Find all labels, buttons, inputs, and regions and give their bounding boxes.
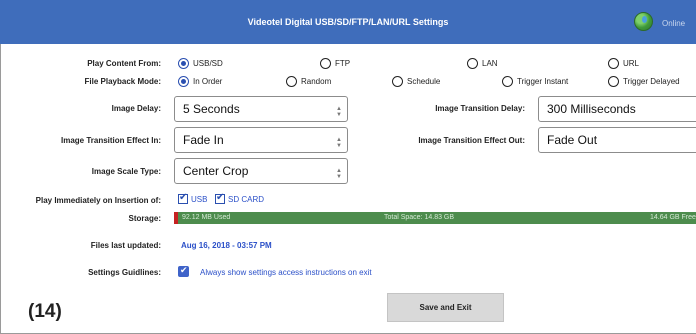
scale-type-value: Center Crop — [183, 164, 249, 178]
figure-label: (14) — [28, 301, 62, 322]
radio-ftp-label: FTP — [335, 59, 351, 68]
radio-trigger-delayed[interactable]: Trigger Delayed — [608, 76, 680, 87]
radio-unselected-icon — [286, 76, 297, 87]
radio-unselected-icon — [467, 58, 478, 69]
radio-unselected-icon — [608, 76, 619, 87]
radio-in-order[interactable]: In Order — [178, 76, 222, 87]
files-updated-value: Aug 16, 2018 - 03:57 PM — [181, 241, 272, 250]
dropdown-caret-icon: ▲ ▼ — [336, 168, 342, 180]
radio-trigger-instant[interactable]: Trigger Instant — [502, 76, 568, 87]
insertion-label: Play Immediately on Insertion of: — [35, 196, 161, 205]
storage-used-text: 92.12 MB Used — [182, 214, 231, 221]
storage-bar: 92.12 MB Used Total Space: 14.83 GB 14.6… — [174, 212, 696, 224]
checkbox-checked-icon — [178, 192, 188, 204]
radio-lan-label: LAN — [482, 59, 498, 68]
effect-out-value: Fade Out — [547, 133, 598, 147]
page-title: Videotel Digital USB/SD/FTP/LAN/URL Sett… — [247, 17, 449, 27]
guidelines-text: Always show settings access instructions… — [200, 268, 372, 277]
header-bar: Videotel Digital USB/SD/FTP/LAN/URL Sett… — [0, 0, 696, 44]
transition-delay-label: Image Transition Delay: — [435, 104, 525, 113]
globe-icon — [634, 12, 653, 31]
radio-lan[interactable]: LAN — [467, 58, 498, 69]
radio-ftp[interactable]: FTP — [320, 58, 350, 69]
online-status: Online — [662, 19, 686, 28]
radio-url[interactable]: URL — [608, 58, 639, 69]
image-delay-label: Image Delay: — [111, 104, 161, 113]
radio-schedule-label: Schedule — [407, 77, 441, 86]
radio-in-order-label: In Order — [193, 77, 223, 86]
transition-delay-value: 300 Milliseconds — [547, 102, 636, 116]
guidelines-checkbox[interactable] — [178, 265, 189, 277]
radio-selected-icon — [178, 76, 189, 87]
storage-total-text: Total Space: 14.83 GB — [384, 214, 455, 221]
radio-schedule[interactable]: Schedule — [392, 76, 440, 87]
play-content-label: Play Content From: — [87, 59, 161, 68]
sd-card-checkbox-label: SD CARD — [228, 194, 265, 204]
effect-in-value: Fade In — [183, 133, 224, 147]
storage-label: Storage: — [128, 214, 161, 223]
radio-url-label: URL — [623, 59, 640, 68]
usb-checkbox-label: USB — [191, 194, 208, 204]
frame-left-border — [0, 44, 1, 334]
usb-checkbox[interactable]: USB — [178, 192, 208, 204]
radio-unselected-icon — [608, 58, 619, 69]
radio-selected-icon — [178, 58, 189, 69]
effect-in-select[interactable]: Fade In ▲ ▼ — [174, 127, 348, 153]
dropdown-caret-icon: ▲ ▼ — [336, 106, 342, 118]
radio-usb-sd[interactable]: USB/SD — [178, 58, 223, 69]
radio-usb-sd-label: USB/SD — [193, 59, 223, 68]
radio-unselected-icon — [320, 58, 331, 69]
effect-out-label: Image Transition Effect Out: — [418, 136, 525, 145]
radio-unselected-icon — [392, 76, 403, 87]
radio-unselected-icon — [502, 76, 513, 87]
radio-random-label: Random — [301, 77, 332, 86]
radio-random[interactable]: Random — [286, 76, 331, 87]
radio-trigger-instant-label: Trigger Instant — [517, 77, 569, 86]
image-delay-select[interactable]: 5 Seconds ▲ ▼ — [174, 96, 348, 122]
storage-free-text: 14.64 GB Free — [650, 214, 696, 221]
files-updated-label: Files last updated: — [90, 241, 161, 250]
save-and-exit-button[interactable]: Save and Exit — [387, 293, 504, 322]
effect-out-select[interactable]: Fade Out — [538, 127, 696, 153]
radio-trigger-delayed-label: Trigger Delayed — [623, 77, 680, 86]
storage-used-fill — [174, 212, 178, 224]
playback-mode-label: File Playback Mode: — [84, 77, 161, 86]
dropdown-caret-icon: ▲ ▼ — [336, 137, 342, 149]
scale-type-select[interactable]: Center Crop ▲ ▼ — [174, 158, 348, 184]
effect-in-label: Image Transition Effect In: — [60, 136, 161, 145]
guidelines-label: Settings Guidlines: — [88, 268, 161, 277]
transition-delay-select[interactable]: 300 Milliseconds — [538, 96, 696, 122]
checkbox-checked-icon — [215, 192, 225, 204]
scale-type-label: Image Scale Type: — [91, 167, 161, 176]
sd-card-checkbox[interactable]: SD CARD — [215, 192, 265, 204]
image-delay-value: 5 Seconds — [183, 102, 240, 116]
